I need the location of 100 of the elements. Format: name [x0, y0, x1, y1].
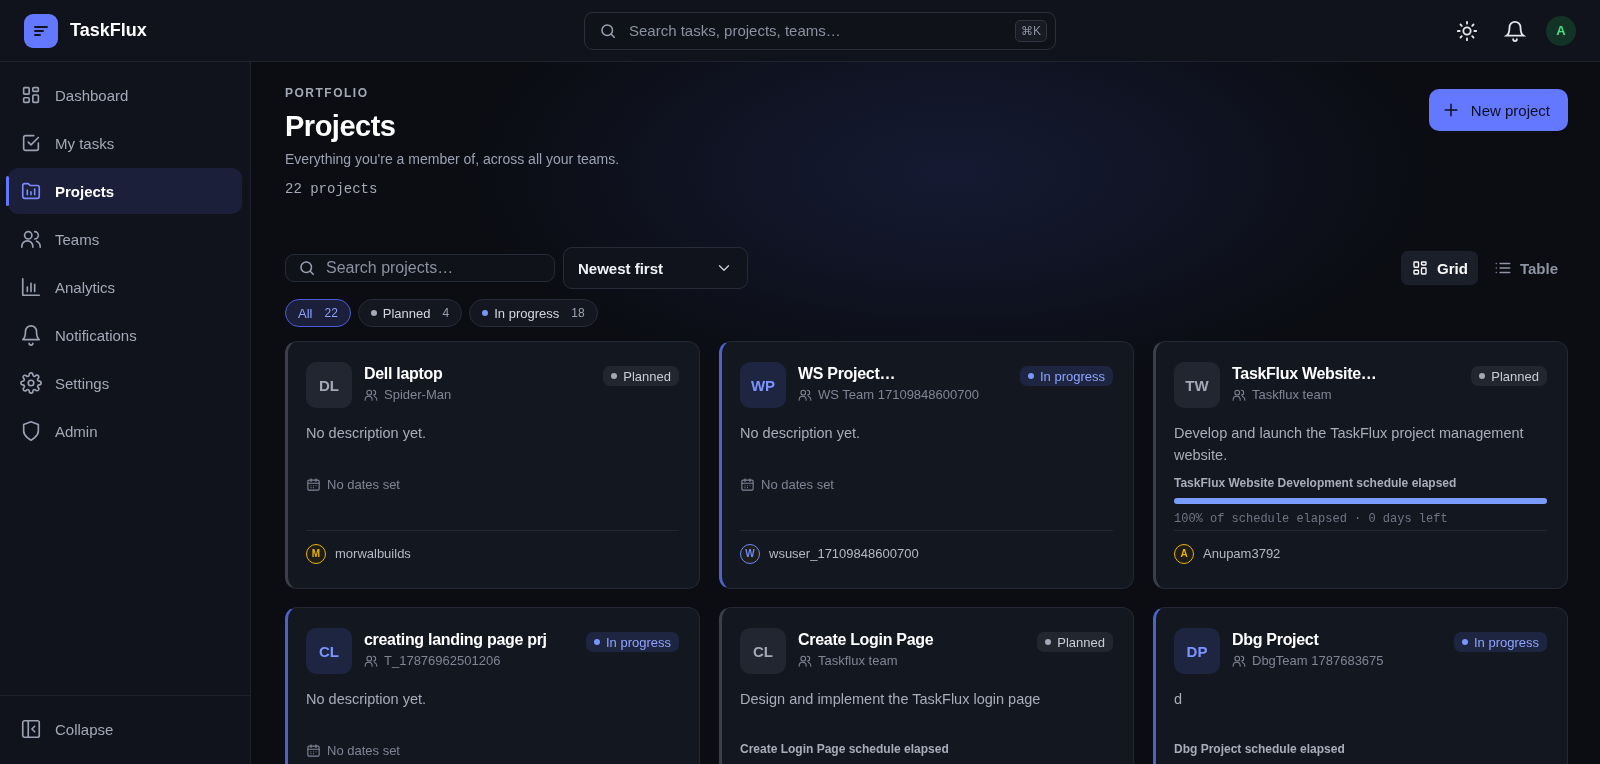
project-initials-avatar: DP [1174, 628, 1220, 674]
schedule-label: Dbg Project schedule elapsed [1174, 742, 1346, 756]
project-initials-avatar: DL [306, 362, 352, 408]
schedule-reading: 100% of schedule elapsed · 0 days left [1174, 512, 1449, 526]
team-name: Taskflux team [1252, 387, 1332, 402]
sidebar-collapse-icon [20, 718, 42, 740]
users-icon [798, 653, 812, 668]
project-search-field[interactable]: Search projects… [285, 254, 555, 282]
nav-item[interactable]: Admin [8, 408, 242, 454]
owner-avatar: M [306, 543, 326, 564]
view-tab[interactable]: Grid [1401, 251, 1478, 285]
project-initials-avatar: WP [740, 362, 786, 408]
status-badge: Planned [1471, 366, 1547, 386]
settings-icon [20, 372, 42, 394]
users-icon [1232, 387, 1246, 402]
nav-item[interactable]: Settings [8, 360, 242, 406]
nav-item[interactable]: My tasks [8, 120, 242, 166]
project-description: No description yet. [740, 424, 862, 443]
users-icon [20, 228, 42, 250]
status-badge: In progress [585, 632, 679, 652]
status-badge: In progress [1019, 366, 1113, 386]
calendar-icon [306, 743, 321, 758]
project-initials-avatar: CL [306, 628, 352, 674]
owner-name: Anupam3792 [1203, 546, 1281, 561]
project-name: Create Login Page [798, 631, 935, 649]
dates-label: No dates set [327, 743, 400, 758]
users-icon [1232, 653, 1246, 668]
search-input[interactable]: Search projects… [324, 258, 542, 278]
owner-name: wsuser_17109848600700 [769, 546, 919, 561]
project-description: No description yet. [306, 424, 428, 443]
nav-item[interactable]: Notifications [8, 312, 242, 358]
dates-label: No dates set [327, 477, 400, 492]
filter-chip[interactable]: All 22 [285, 299, 351, 327]
team-name: Taskflux team [818, 653, 898, 668]
shield-icon [20, 420, 42, 442]
owner-avatar: A [1174, 543, 1194, 564]
team-name: WS Team 17109848600700 [818, 387, 979, 402]
project-card[interactable]: CL Create Login Page Taskflux team Planned Design and implement the TaskFlux login page Create Login Page schedule elapsed [719, 607, 1134, 764]
users-icon [798, 387, 812, 402]
project-count: 22 projects [285, 181, 379, 197]
grid-icon [20, 84, 42, 106]
owner-avatar: W [740, 543, 760, 564]
global-search-field[interactable]: Search tasks, projects, teams… ⌘K [584, 11, 1056, 50]
project-description: No description yet. [306, 690, 428, 709]
calendar-icon [306, 477, 321, 492]
schedule-label: TaskFlux Website Development schedule elapsed [1174, 476, 1458, 490]
users-icon [364, 387, 378, 402]
sort-dropdown[interactable]: Newest first [563, 247, 748, 289]
project-card[interactable]: CL creating landing page prj T_17876962501206 In progress No description yet. No dates set [285, 607, 700, 764]
project-card[interactable]: DL Dell laptop Spider-Man Planned No description yet. No dates set M morwalbuilds [285, 341, 700, 589]
nav-item[interactable]: Dashboard [8, 72, 242, 118]
project-name: TaskFlux Website… [1232, 365, 1378, 383]
status-badge: Planned [603, 366, 679, 386]
keyboard-shortcut: ⌘K [1015, 19, 1047, 42]
calendar-icon [740, 477, 755, 492]
project-description: d [1174, 690, 1184, 709]
section-eyebrow: PORTFOLIO [285, 86, 370, 100]
search-input[interactable]: Search tasks, projects, teams… [627, 21, 1005, 40]
team-name: Spider-Man [384, 387, 452, 402]
project-description: Develop and launch the TaskFlux project management website. [1174, 424, 1525, 465]
bell-icon [20, 324, 42, 346]
folder-icon [20, 180, 42, 202]
project-name: Dbg Project [1232, 631, 1320, 649]
search-icon [599, 21, 617, 40]
project-initials-avatar: TW [1174, 362, 1220, 408]
status-dot-icon [370, 310, 377, 316]
checkbox-icon [20, 132, 42, 154]
app-name: TaskFlux [70, 20, 147, 41]
user-avatar[interactable]: A [1546, 15, 1576, 46]
search-icon [298, 259, 316, 277]
view-tab[interactable]: Table [1483, 251, 1568, 285]
filter-chip[interactable]: In progress 18 [469, 299, 598, 327]
filter-chip[interactable]: Planned 4 [357, 299, 463, 327]
team-name: DbgTeam 1787683675 [1252, 653, 1384, 668]
status-badge: In progress [1453, 632, 1547, 652]
app-logo-icon [24, 13, 58, 48]
owner-name: morwalbuilds [335, 546, 411, 561]
project-initials-avatar: CL [740, 628, 786, 674]
project-name: Dell laptop [364, 365, 444, 383]
users-icon [364, 653, 378, 668]
bar-chart-icon [20, 276, 42, 298]
grid-icon [1411, 259, 1430, 277]
status-dot-icon [482, 310, 489, 316]
project-name: WS Project… [798, 365, 897, 383]
project-name: creating landing page prj [364, 631, 548, 649]
page-title: Projects [285, 110, 397, 143]
project-card[interactable]: TW TaskFlux Website… Taskflux team Planned Develop and launch the TaskFlux project management website. TaskFlux Website Development schedule elapsed 100% of schedule elapsed · 0 days left A Anupam3792 [1153, 341, 1568, 589]
collapse-button[interactable]: Collapse [8, 706, 242, 752]
project-card[interactable]: DP Dbg Project DbgTeam 1787683675 In progress d Dbg Project schedule elapsed [1153, 607, 1568, 764]
project-card[interactable]: WP WS Project… WS Team 17109848600700 In progress No description yet. No dates set W wsuser_17109848600700 [719, 341, 1134, 589]
page-subtitle: Everything you're a member of, across all your teams. [285, 151, 620, 167]
nav-item[interactable]: Projects [8, 168, 242, 214]
new-project-button[interactable]: New project [1428, 89, 1568, 131]
nav-item[interactable]: Analytics [8, 264, 242, 310]
schedule-label: Create Login Page schedule elapsed [740, 742, 950, 756]
team-name: T_17876962501206 [384, 653, 501, 668]
nav-item[interactable]: Teams [8, 216, 242, 262]
status-badge: Planned [1037, 632, 1113, 652]
dates-label: No dates set [761, 477, 834, 492]
project-description: Design and implement the TaskFlux login page [740, 690, 1042, 709]
